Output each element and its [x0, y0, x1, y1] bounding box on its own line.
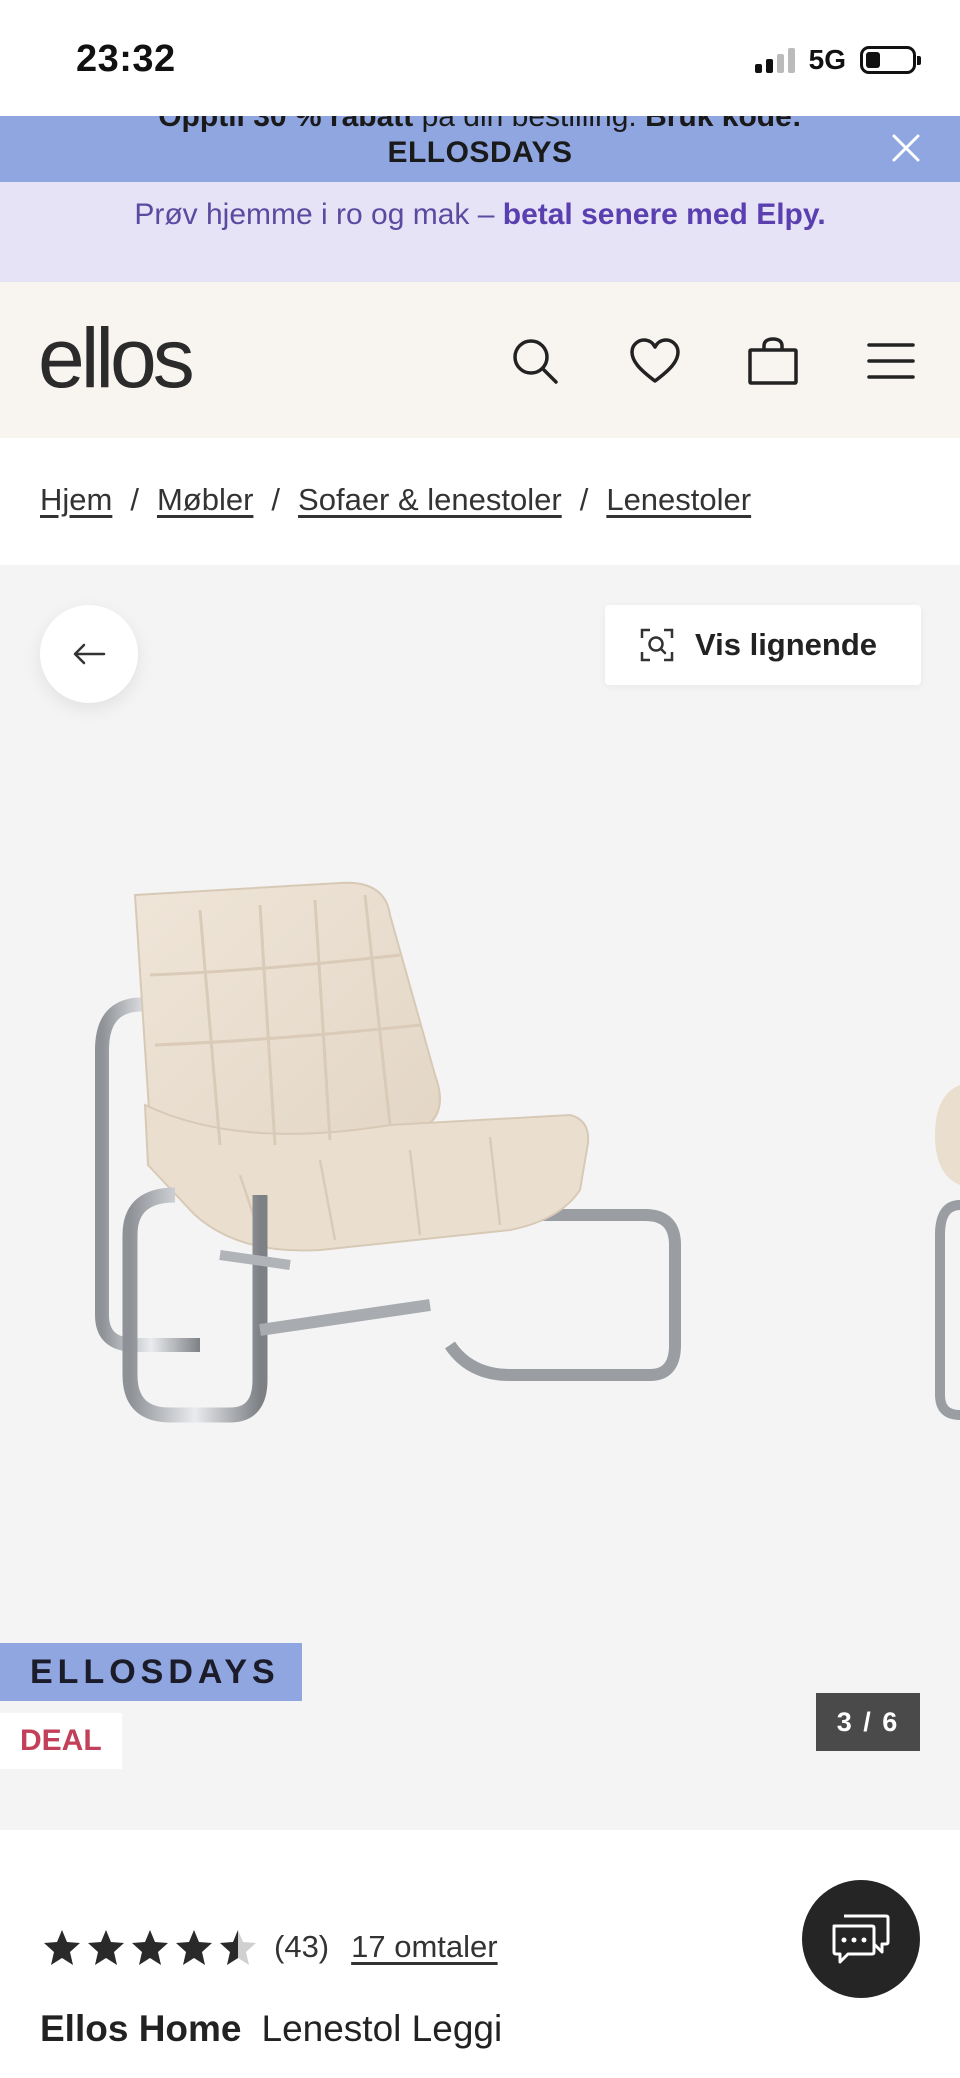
- product-brand[interactable]: Ellos Home: [40, 2008, 242, 2049]
- breadcrumb-item-armchairs[interactable]: Lenestoler: [606, 482, 751, 517]
- chat-icon: [832, 1914, 890, 1964]
- site-header: ellos: [0, 282, 960, 438]
- promo-banner: Opptil 30 % rabatt på din bestilling. Br…: [0, 116, 960, 182]
- breadcrumb-item-furniture[interactable]: Møbler: [157, 482, 253, 517]
- arrow-left-icon: [73, 643, 106, 665]
- campaign-badge: ELLOSDAYS: [0, 1643, 302, 1701]
- product-title: Ellos Home Lenestol Leggi: [40, 2008, 502, 2050]
- star-icon: [88, 1930, 124, 1965]
- star-icon: [132, 1930, 168, 1965]
- signal-icon: [754, 47, 795, 73]
- bag-icon[interactable]: [744, 332, 802, 390]
- star-icon: [44, 1930, 80, 1965]
- product-image: [95, 881, 681, 1423]
- promo-text: Opptil 30 % rabatt på din bestilling. Br…: [158, 116, 802, 133]
- close-icon[interactable]: [888, 130, 924, 166]
- deal-badge: DEAL: [0, 1713, 122, 1769]
- heart-icon[interactable]: [626, 332, 684, 390]
- product-name: Lenestol Leggi: [261, 2008, 503, 2049]
- menu-icon[interactable]: [862, 332, 920, 390]
- elpy-banner[interactable]: Prøv hjemme i ro og mak – betal senere m…: [0, 182, 960, 282]
- ellos-logo[interactable]: ellos: [38, 310, 195, 407]
- rating-count: (43): [274, 1929, 330, 1964]
- similar-products-button[interactable]: Vis lignende: [605, 605, 921, 685]
- promo-code: ELLOSDAYS: [387, 136, 573, 169]
- visual-search-icon: [640, 628, 674, 662]
- rating-stars: [42, 1928, 258, 1966]
- network-label: 5G: [808, 44, 846, 75]
- back-button[interactable]: [40, 605, 138, 703]
- status-time: 23:32: [76, 38, 176, 80]
- reviews-link[interactable]: 17 omtaler: [351, 1929, 497, 1965]
- rating-row: (43) 17 omtaler: [42, 1928, 498, 1966]
- half-star-icon: [220, 1930, 256, 1965]
- breadcrumb-item-sofas[interactable]: Sofaer & lenestoler: [298, 482, 562, 517]
- chat-button[interactable]: [802, 1880, 920, 1998]
- status-bar: 23:32 5G: [0, 0, 960, 116]
- search-icon[interactable]: [506, 332, 564, 390]
- image-counter: 3 / 6: [816, 1693, 920, 1751]
- product-info: (43) 17 omtaler Ellos Home Lenestol Leggi: [0, 1830, 960, 2078]
- status-indicators: 5G: [754, 44, 921, 76]
- star-icon: [176, 1930, 212, 1965]
- battery-icon: [860, 46, 921, 74]
- breadcrumb: Hjem / Møbler / Sofaer & lenestoler / Lenestol…: [40, 482, 752, 517]
- breadcrumb-item-home[interactable]: Hjem: [40, 482, 112, 517]
- next-product-image-peek: [935, 1085, 960, 1420]
- product-gallery[interactable]: Vis lignende ELLOSDAYS DEAL 3 / 6: [0, 565, 960, 1830]
